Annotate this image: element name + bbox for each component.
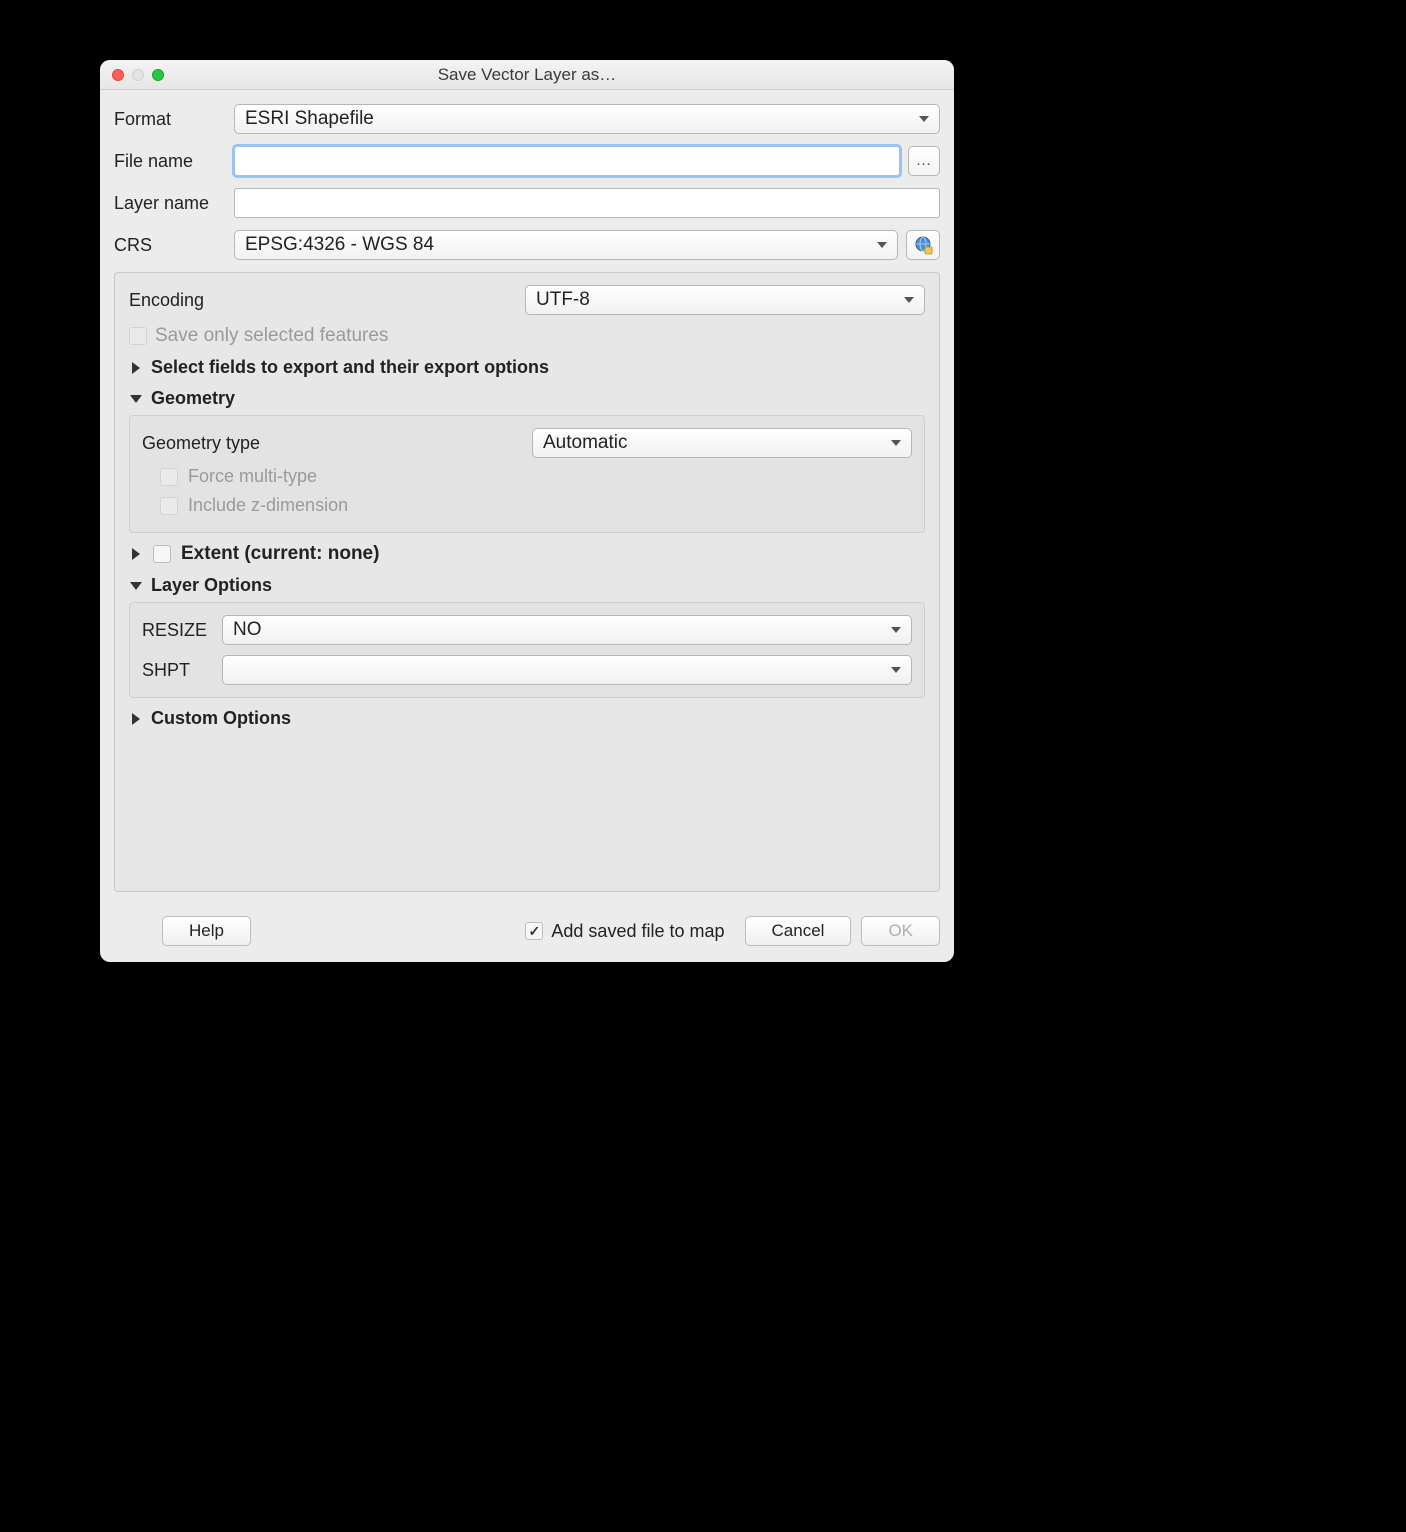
geometry-type-label: Geometry type (142, 433, 524, 454)
extent-label: Extent (current: none) (181, 543, 379, 565)
browse-file-button[interactable]: … (908, 146, 940, 176)
crs-picker-button[interactable] (906, 230, 940, 260)
layer-options-group: RESIZE NO SHPT (129, 602, 925, 698)
encoding-label: Encoding (129, 290, 517, 311)
format-value: ESRI Shapefile (245, 108, 374, 130)
dialog-title: Save Vector Layer as… (100, 65, 954, 85)
geometry-section[interactable]: Geometry (129, 388, 925, 409)
chevron-down-icon (891, 627, 901, 633)
geometry-group: Geometry type Automatic Force multi-type… (129, 415, 925, 533)
help-button[interactable]: Help (162, 916, 251, 946)
resize-value: NO (233, 619, 262, 641)
layer-options-label: Layer Options (151, 575, 272, 596)
shpt-combo[interactable] (222, 655, 912, 685)
crs-value: EPSG:4326 - WGS 84 (245, 234, 434, 256)
ok-button[interactable]: OK (861, 916, 940, 946)
minimize-window-button (132, 69, 144, 81)
chevron-right-icon (129, 362, 143, 374)
window-controls (100, 69, 164, 81)
geometry-label: Geometry (151, 388, 235, 409)
custom-options-section[interactable]: Custom Options (129, 708, 925, 729)
close-window-button[interactable] (112, 69, 124, 81)
custom-options-label: Custom Options (151, 708, 291, 729)
format-combo[interactable]: ESRI Shapefile (234, 104, 940, 134)
save-selected-checkbox (129, 327, 147, 345)
format-label: Format (114, 109, 226, 130)
resize-combo[interactable]: NO (222, 615, 912, 645)
chevron-down-icon (129, 582, 143, 590)
force-multi-label: Force multi-type (188, 466, 317, 487)
dialog-content: Format ESRI Shapefile File name … Layer … (100, 90, 954, 906)
include-z-label: Include z-dimension (188, 495, 348, 516)
chevron-right-icon (129, 713, 143, 725)
chevron-down-icon (919, 116, 929, 122)
options-panel: Encoding UTF-8 Save only selected featur… (114, 272, 940, 892)
titlebar: Save Vector Layer as… (100, 60, 954, 90)
chevron-down-icon (129, 395, 143, 403)
crs-label: CRS (114, 235, 226, 256)
geometry-type-value: Automatic (543, 432, 627, 454)
select-fields-label: Select fields to export and their export… (151, 357, 549, 378)
chevron-down-icon (877, 242, 887, 248)
chevron-down-icon (891, 667, 901, 673)
resize-label: RESIZE (142, 620, 212, 641)
zoom-window-button[interactable] (152, 69, 164, 81)
file-name-input[interactable] (234, 146, 900, 176)
select-fields-section[interactable]: Select fields to export and their export… (129, 357, 925, 378)
shpt-label: SHPT (142, 660, 212, 681)
chevron-down-icon (904, 297, 914, 303)
layer-options-section[interactable]: Layer Options (129, 575, 925, 596)
crs-combo[interactable]: EPSG:4326 - WGS 84 (234, 230, 898, 260)
chevron-right-icon (129, 548, 143, 560)
save-selected-label: Save only selected features (155, 325, 388, 347)
extent-checkbox[interactable] (153, 545, 171, 563)
layer-name-input[interactable] (234, 188, 940, 218)
include-z-checkbox (160, 497, 178, 515)
dialog-footer: Help Add saved file to map Cancel OK (100, 906, 954, 962)
layer-name-label: Layer name (114, 193, 226, 214)
force-multi-checkbox (160, 468, 178, 486)
add-saved-checkbox[interactable] (525, 922, 543, 940)
cancel-button[interactable]: Cancel (745, 916, 852, 946)
encoding-value: UTF-8 (536, 289, 590, 311)
file-name-label: File name (114, 151, 226, 172)
chevron-down-icon (891, 440, 901, 446)
dialog-window: Save Vector Layer as… Format ESRI Shapef… (100, 60, 954, 962)
encoding-combo[interactable]: UTF-8 (525, 285, 925, 315)
geometry-type-combo[interactable]: Automatic (532, 428, 912, 458)
globe-icon (913, 235, 933, 255)
extent-section[interactable]: Extent (current: none) (129, 543, 925, 565)
add-saved-label: Add saved file to map (551, 921, 724, 942)
